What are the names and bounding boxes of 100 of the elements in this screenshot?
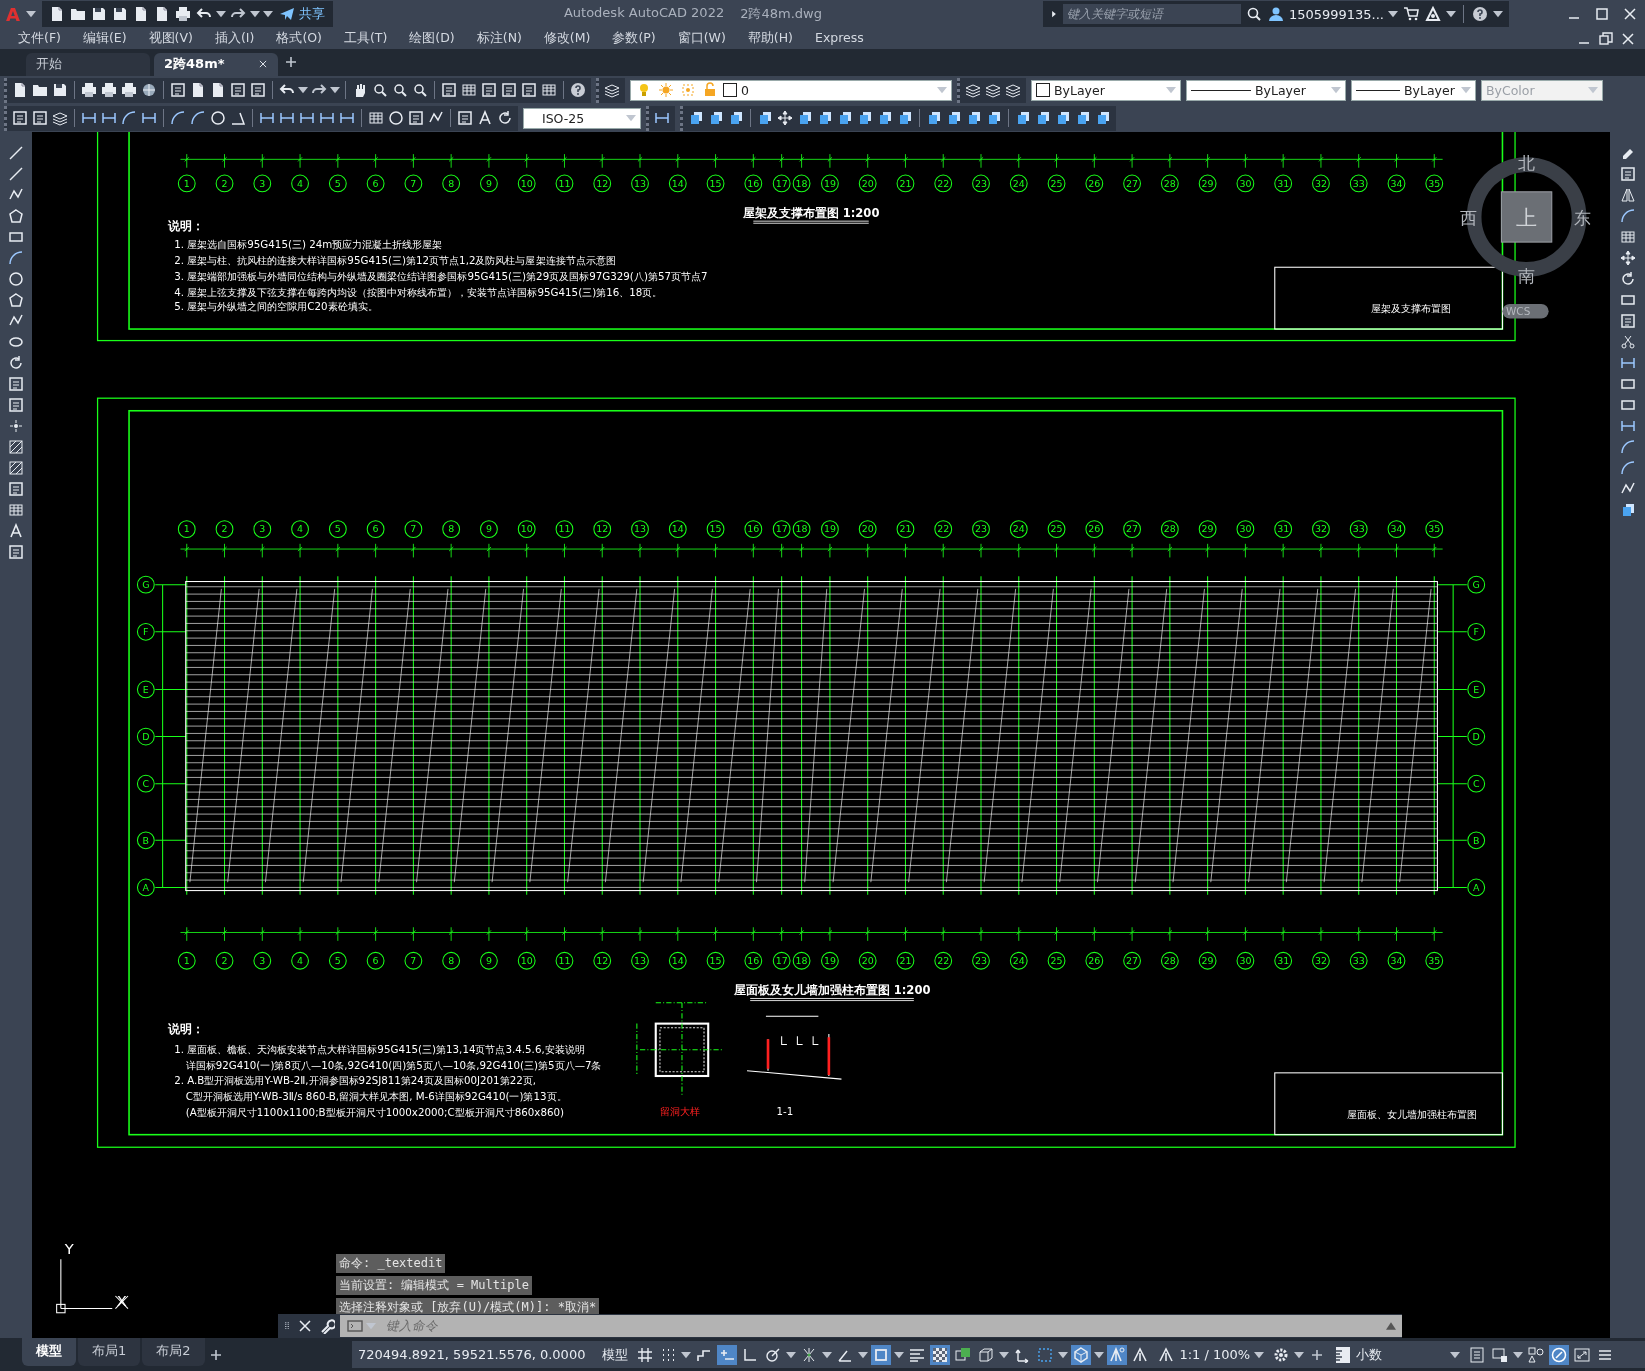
model-space-button[interactable]: 模型 <box>598 1345 633 1364</box>
gizmo-icon[interactable] <box>1071 1344 1092 1365</box>
annotation-icon[interactable] <box>1107 1344 1128 1365</box>
menu-item[interactable]: 文件(F) <box>18 30 72 48</box>
viewcube-face[interactable] <box>1500 191 1553 243</box>
lineweight-dropdown[interactable]: ByLayer <box>1351 79 1476 101</box>
layers-icon[interactable] <box>51 109 69 128</box>
caret-icon[interactable] <box>330 85 340 96</box>
menu-item[interactable]: 标注(N) <box>476 30 533 48</box>
color-dropdown[interactable]: ByLayer <box>1031 79 1181 101</box>
menu-item[interactable]: 绘图(D) <box>409 30 466 48</box>
menu-item[interactable]: 窗口(W) <box>677 30 737 48</box>
tool-icon[interactable] <box>407 109 425 128</box>
tool-icon[interactable] <box>7 479 25 498</box>
hatch-icon[interactable] <box>7 437 25 456</box>
search-field[interactable]: 键入关键字或短语 <box>1062 4 1241 25</box>
menu-item[interactable]: 帮助(H) <box>747 30 804 48</box>
caret-icon[interactable] <box>1388 9 1398 20</box>
caret-icon[interactable] <box>1446 9 1456 20</box>
help-icon[interactable] <box>569 81 587 100</box>
caret-icon[interactable] <box>1058 1349 1069 1360</box>
layers-icon[interactable] <box>984 81 1002 100</box>
menu-item[interactable]: 视图(V) <box>148 30 204 48</box>
command-input-field[interactable]: 键入命令 <box>382 1314 1380 1337</box>
text-tool-icon[interactable] <box>7 521 25 540</box>
circle-icon[interactable] <box>387 109 405 128</box>
caret-icon[interactable] <box>298 85 308 96</box>
transparency-icon[interactable] <box>930 1344 951 1365</box>
tool-icon[interactable] <box>500 81 518 100</box>
line-icon[interactable] <box>7 143 25 162</box>
caret-icon[interactable] <box>262 9 273 20</box>
layout-tab[interactable]: 布局2 <box>142 1338 205 1367</box>
circle-icon[interactable] <box>209 109 227 128</box>
tool-icon[interactable] <box>11 109 29 128</box>
user-name[interactable]: 1505999135... <box>1288 6 1384 22</box>
share-button[interactable]: 共享 <box>275 5 327 24</box>
menu-item[interactable]: 编辑(E) <box>82 30 138 48</box>
shapes-icon[interactable] <box>1526 1344 1547 1365</box>
help-icon[interactable] <box>1471 5 1489 24</box>
tool-icon[interactable] <box>1618 164 1637 183</box>
caret-icon[interactable] <box>786 1349 797 1360</box>
tool-icon[interactable] <box>1618 311 1637 330</box>
tool-icon[interactable] <box>31 109 49 128</box>
tool-icon[interactable] <box>440 81 458 100</box>
tool-icon[interactable] <box>7 395 25 414</box>
command-history-button[interactable] <box>1380 1314 1402 1337</box>
move-arrows-icon[interactable] <box>776 109 794 128</box>
units-dropdown[interactable]: 小数 <box>1330 1345 1465 1364</box>
close-icon[interactable] <box>258 59 268 70</box>
layers-icon[interactable] <box>603 81 621 100</box>
command-options-button[interactable] <box>340 1314 382 1337</box>
tool-icon[interactable] <box>229 81 247 100</box>
rotate-icon[interactable] <box>7 353 25 372</box>
menu-item[interactable]: 插入(I) <box>214 30 266 48</box>
document-tab[interactable]: 2跨48m* <box>154 52 278 76</box>
object-snap-icon[interactable] <box>871 1344 892 1365</box>
triangle-network-icon[interactable] <box>1424 5 1442 24</box>
caret-icon[interactable] <box>1294 1349 1305 1360</box>
arc-icon[interactable] <box>1618 437 1637 456</box>
caret-icon[interactable] <box>1094 1349 1105 1360</box>
polygon-icon[interactable] <box>7 290 25 309</box>
arc-icon[interactable] <box>1618 206 1637 225</box>
linetype-dropdown[interactable]: ByLayer <box>1186 79 1346 101</box>
menu-item[interactable]: 格式(O) <box>276 30 333 48</box>
tool-icon[interactable] <box>480 81 498 100</box>
arc-icon[interactable] <box>7 248 25 267</box>
tool-icon[interactable] <box>169 81 187 100</box>
caret-icon[interactable] <box>822 1349 833 1360</box>
dimension-style-dropdown[interactable]: ISO-25 <box>523 107 641 129</box>
caret-icon[interactable] <box>1513 1349 1524 1360</box>
grip-handle-icon[interactable] <box>282 1320 292 1331</box>
constraint-icon[interactable] <box>717 1344 738 1365</box>
printer-icon[interactable] <box>173 5 192 24</box>
menu-item[interactable]: Express <box>815 30 875 48</box>
document-tab[interactable]: 开始 <box>26 52 150 76</box>
layers-icon[interactable] <box>1004 81 1022 100</box>
caret-icon[interactable] <box>1493 9 1503 20</box>
layers-icon[interactable] <box>964 81 982 100</box>
tool-icon[interactable] <box>7 542 25 561</box>
caret-icon[interactable] <box>858 1349 869 1360</box>
tool-icon[interactable] <box>456 109 474 128</box>
menu-item[interactable]: 参数(P) <box>612 30 667 48</box>
layer-dropdown[interactable]: 0 <box>630 79 952 101</box>
tool-icon[interactable] <box>7 374 25 393</box>
restore-icon[interactable] <box>1597 29 1615 48</box>
caret-icon[interactable] <box>894 1349 905 1360</box>
hatch-icon[interactable] <box>7 458 25 477</box>
caret-icon[interactable] <box>249 9 260 20</box>
printer-icon[interactable] <box>120 81 138 100</box>
tool-icon[interactable] <box>249 81 267 100</box>
menu-item[interactable]: 修改(M) <box>543 30 602 48</box>
user-icon[interactable] <box>1266 5 1285 24</box>
caret-icon[interactable] <box>25 9 36 20</box>
caret-icon[interactable] <box>999 1349 1010 1360</box>
move-arrows-icon[interactable] <box>1618 248 1637 267</box>
layout-tab[interactable]: 布局1 <box>78 1338 141 1367</box>
arc-icon[interactable] <box>1618 458 1637 477</box>
printer-icon[interactable] <box>100 81 118 100</box>
caret-icon[interactable] <box>681 1349 692 1360</box>
layout-tab[interactable]: 模型 <box>22 1338 76 1367</box>
